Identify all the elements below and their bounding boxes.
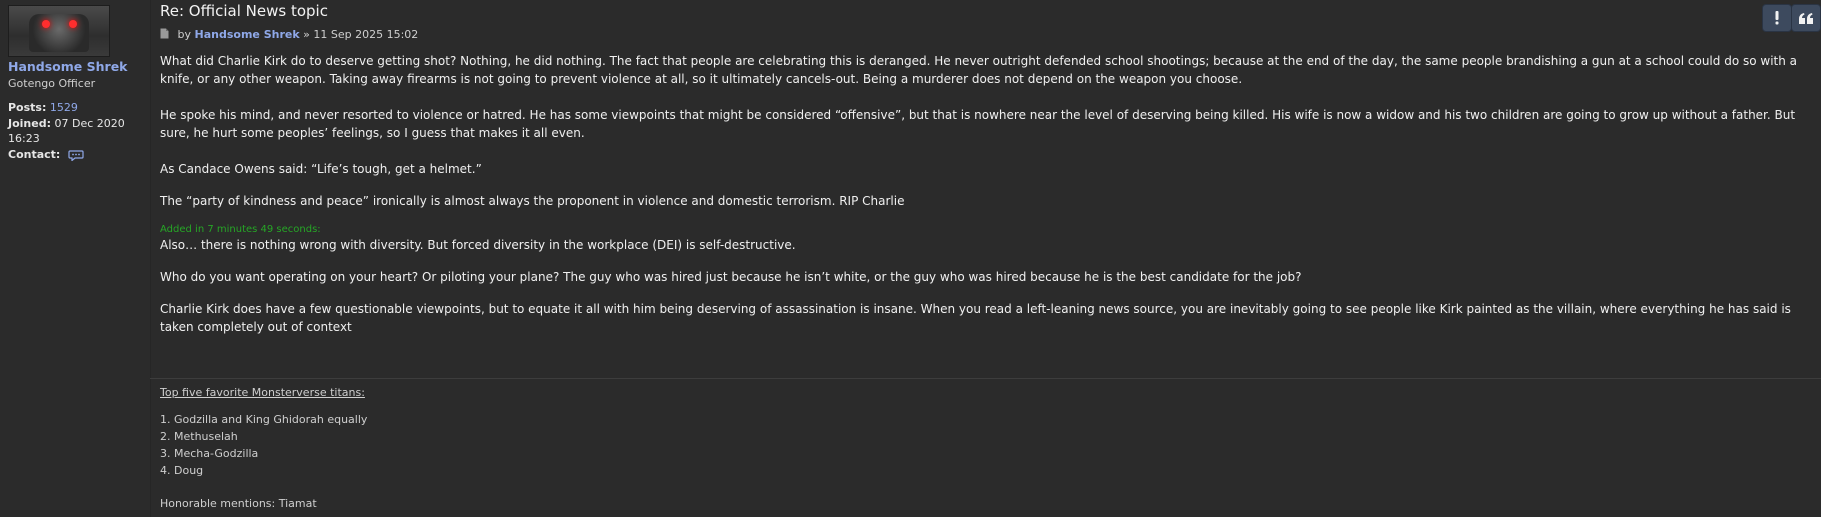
post-paragraph: Also… there is nothing wrong with divers… [160, 238, 796, 252]
forum-post: Handsome Shrek Gotengo Officer Posts: 15… [0, 0, 1821, 517]
avatar[interactable] [8, 5, 110, 57]
meta-separator: » [303, 28, 310, 41]
meta-by: by [177, 28, 192, 41]
profile-joined-time: 16:23 [8, 132, 40, 145]
posts-label: Posts: [8, 101, 47, 114]
signature-list-item: 2. Methuselah [160, 430, 238, 443]
profile-contact: Contact: [8, 148, 84, 162]
posts-count-link[interactable]: 1529 [50, 101, 78, 114]
avatar-mech-shape [29, 14, 89, 52]
post-paragraph: He spoke his mind, and never resorted to… [160, 108, 1796, 140]
post-paragraph: Charlie Kirk does have a few questionabl… [160, 302, 1791, 334]
post-author-link[interactable]: Handsome Shrek [195, 28, 300, 41]
signature-title: Top five favorite Monsterverse titans: [160, 386, 365, 399]
post-paragraph: As Candace Owens said: “Life’s tough, ge… [160, 162, 482, 176]
profile-username-link[interactable]: Handsome Shrek [8, 59, 127, 74]
signature-honorable-mentions: Honorable mentions: Tiamat [160, 497, 317, 510]
profile-posts: Posts: 1529 [8, 101, 78, 114]
post-meta: by Handsome Shrek » 11 Sep 2025 15:02 [160, 28, 418, 41]
report-button[interactable] [1762, 4, 1792, 32]
profile-joined: Joined: 07 Dec 2020 [8, 117, 125, 130]
signature-list-item: 4. Doug [160, 464, 204, 477]
merged-post-notice: Added in 7 minutes 49 seconds: [160, 224, 321, 235]
joined-label: Joined: [8, 117, 51, 130]
avatar-eye-left [42, 20, 50, 28]
joined-date: 07 Dec 2020 [54, 117, 125, 130]
chat-bubble-icon[interactable] [68, 149, 84, 162]
post-title[interactable]: Re: Official News topic [160, 2, 328, 20]
signature-list-item: 3. Mecha-Godzilla [160, 447, 259, 460]
signature-divider [150, 378, 1821, 379]
post-file-icon[interactable] [160, 28, 169, 39]
post-profile: Handsome Shrek Gotengo Officer Posts: 15… [0, 0, 151, 517]
quote-button[interactable] [1791, 4, 1821, 32]
profile-rank: Gotengo Officer [8, 77, 96, 90]
post-paragraph: What did Charlie Kirk do to deserve gett… [160, 54, 1798, 86]
exclamation-icon [1774, 11, 1780, 25]
post-date: 11 Sep 2025 15:02 [313, 28, 419, 41]
avatar-eye-right [69, 20, 77, 28]
signature-list-item: 1. Godzilla and King Ghidorah equally [160, 413, 368, 426]
post-content: What did Charlie Kirk do to deserve gett… [160, 52, 1810, 336]
post-paragraph: The “party of kindness and peace” ironic… [160, 194, 905, 208]
contact-label: Contact: [8, 148, 61, 161]
quote-icon [1798, 12, 1814, 25]
post-paragraph: Who do you want operating on your heart?… [160, 270, 1302, 284]
post-signature: Top five favorite Monsterverse titans: 1… [160, 384, 1760, 512]
